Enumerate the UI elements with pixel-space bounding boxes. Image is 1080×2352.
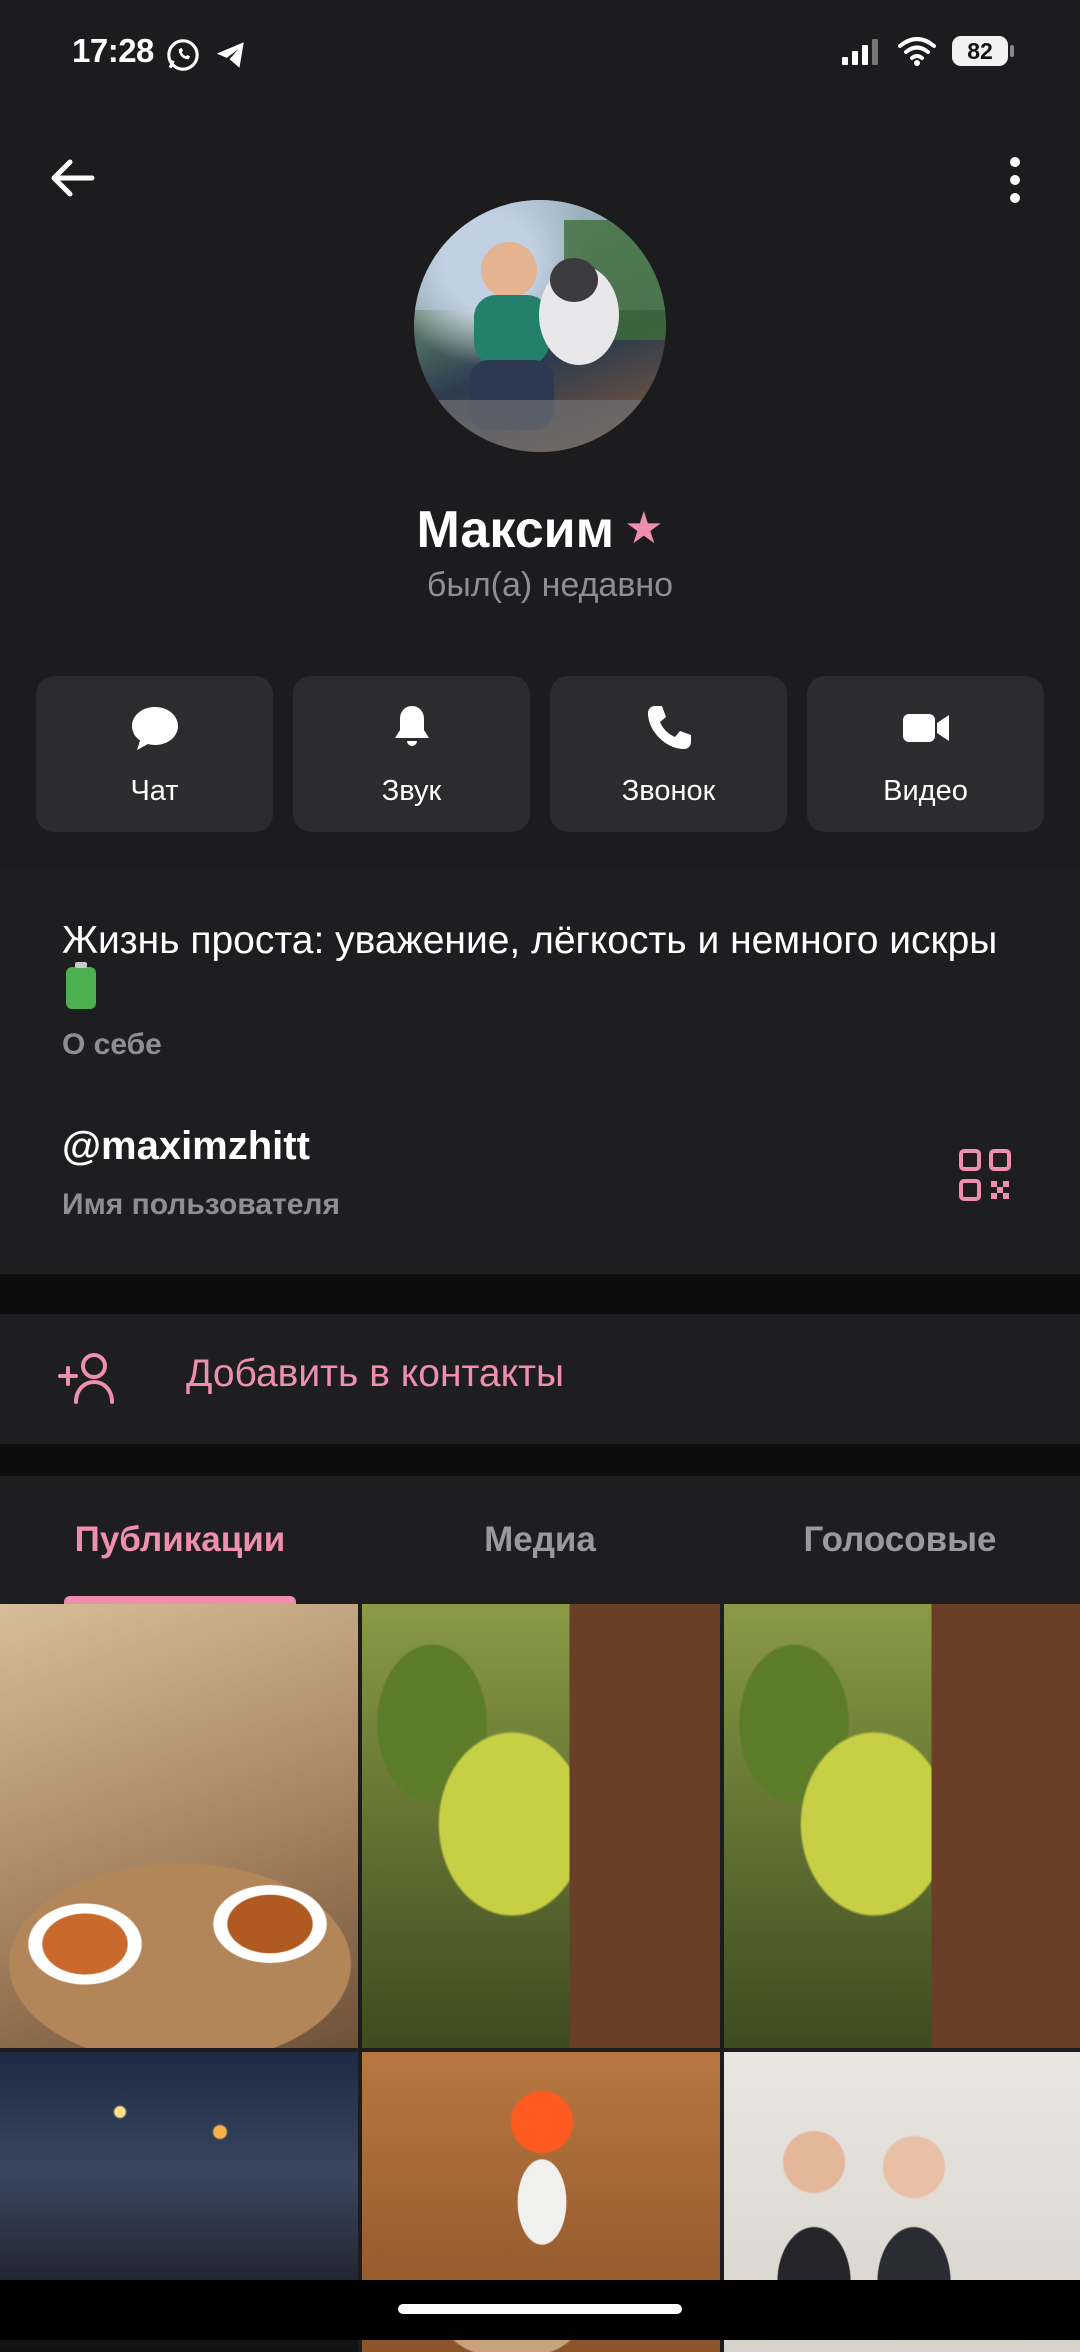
profile-name: Максим ★ [0, 500, 1080, 560]
qr-code-icon[interactable] [958, 1148, 1012, 1202]
username[interactable]: @maximzhitt [62, 1124, 310, 1169]
grid-photo-tree-street[interactable] [362, 1604, 720, 2048]
sound-button[interactable]: Звук [293, 676, 530, 832]
bio-text: Жизнь проста: уважение, лёгкость и немно… [62, 916, 1002, 1016]
wifi-icon [898, 37, 936, 66]
back-arrow-icon[interactable] [44, 150, 100, 206]
media-tabs: Публикации Медиа Голосовые [0, 1476, 1080, 1604]
bell-icon [394, 705, 429, 746]
grid-photo-tea-cups[interactable] [0, 1604, 358, 2048]
phone-icon [647, 705, 691, 749]
battery-emoji-icon [66, 962, 96, 1009]
video-button[interactable]: Видео [807, 676, 1044, 832]
chat-button[interactable]: Чат [36, 676, 273, 832]
sound-button-label: Звук [381, 774, 442, 807]
media-grid [0, 1604, 1080, 2352]
last-seen-status: был(а) недавно [426, 566, 674, 604]
action-buttons: Чат Звук Звонок Видео [36, 676, 1044, 832]
bio-text-content: Жизнь проста: уважение, лёгкость и немно… [62, 919, 998, 962]
more-options-icon[interactable] [990, 150, 1040, 210]
avatar[interactable] [414, 200, 666, 452]
whatsapp-icon [167, 39, 199, 71]
chat-button-label: Чат [130, 774, 179, 807]
status-right: 82 [842, 36, 1014, 66]
tab-publications[interactable]: Публикации [0, 1476, 360, 1604]
section-divider [0, 1274, 1080, 1314]
status-time: 17:28 [72, 32, 154, 69]
username-label: Имя пользователя [62, 1188, 340, 1221]
add-person-icon[interactable] [56, 1350, 120, 1406]
tab-media[interactable]: Медиа [360, 1476, 720, 1604]
home-indicator[interactable] [398, 2304, 682, 2314]
add-contact-label[interactable]: Добавить в контакты [186, 1352, 564, 1396]
premium-star-icon: ★ [624, 504, 664, 553]
section-divider-2 [0, 1444, 1080, 1476]
tab-voice[interactable]: Голосовые [720, 1476, 1080, 1604]
battery-indicator: 82 [952, 36, 1014, 66]
video-camera-icon [902, 713, 949, 742]
chat-bubble-icon [131, 706, 178, 750]
call-button-label: Звонок [621, 774, 716, 807]
telegram-icon [216, 42, 244, 68]
video-button-label: Видео [883, 774, 968, 807]
bio-label: О себе [62, 1028, 162, 1061]
grid-photo-tree-street-2[interactable] [724, 1604, 1080, 2048]
signal-icon [842, 39, 878, 65]
call-button[interactable]: Звонок [550, 676, 787, 832]
profile-name-text: Максим [416, 501, 615, 559]
avatar-photo [414, 200, 666, 452]
